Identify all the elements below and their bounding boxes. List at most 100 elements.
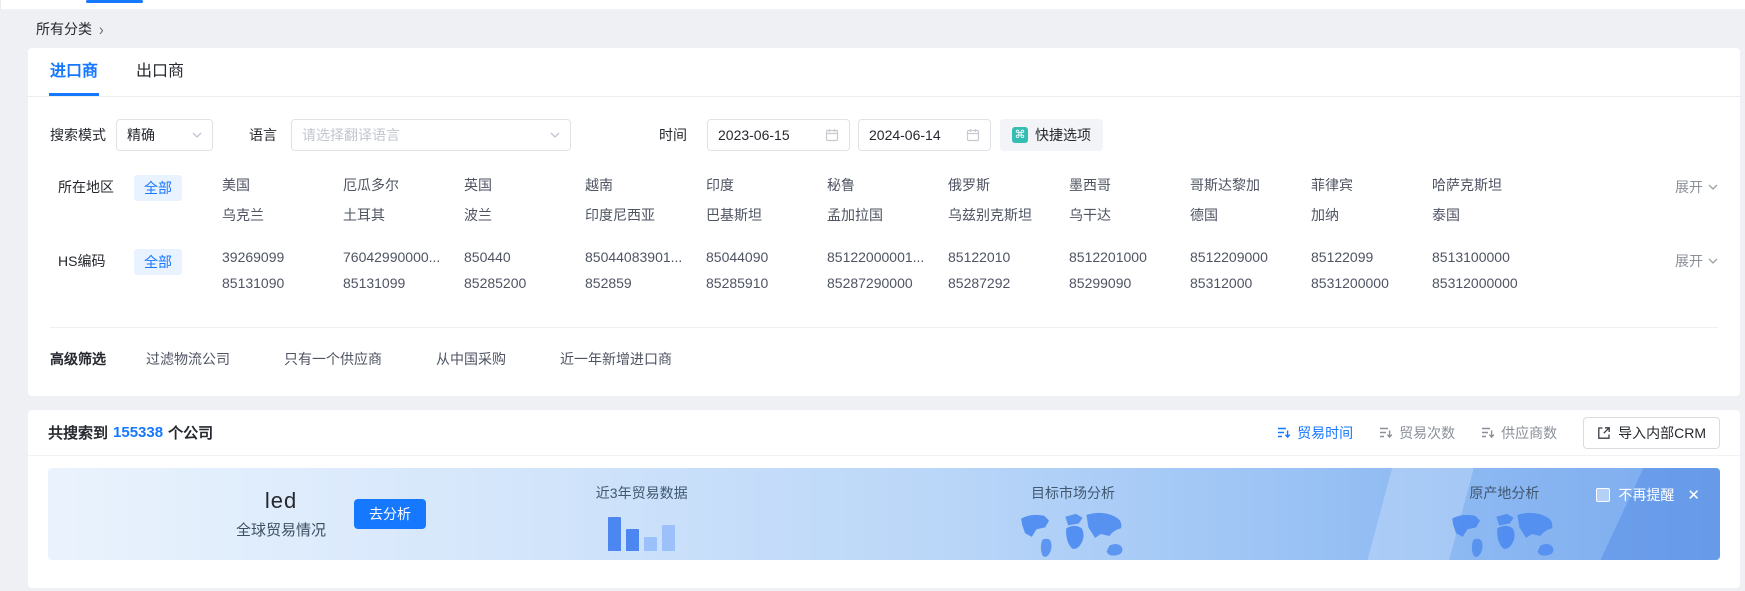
- hs-code-item[interactable]: 85044083901...: [585, 249, 706, 265]
- advanced-filter-option[interactable]: 只有一个供应商: [284, 351, 382, 367]
- banner-section-title: 目标市场分析: [1031, 483, 1115, 503]
- hs-code-item[interactable]: 85299090: [1069, 275, 1190, 291]
- hs-code-filter-row: HS编码 全部 3926909976042990000...8504408504…: [28, 249, 1740, 291]
- date-end-input[interactable]: 2024-06-14: [858, 119, 991, 151]
- analyze-button[interactable]: 去分析: [354, 499, 426, 529]
- filter-card: 进口商 出口商 搜索模式 精确 语言 请选择翻译语言 时间 2023-06-15…: [28, 48, 1740, 396]
- region-item[interactable]: 波兰: [464, 205, 585, 225]
- sort-options: 贸易时间 贸易次数 供应商数: [1251, 423, 1557, 443]
- banner-section-trade-data: 近3年贸易数据: [426, 468, 857, 560]
- region-item[interactable]: 厄瓜多尔: [343, 175, 464, 195]
- region-filter-row: 所在地区 全部 美国厄瓜多尔英国越南印度秘鲁俄罗斯墨西哥哥斯达黎加菲律宾哈萨克斯…: [28, 175, 1740, 225]
- date-start-value: 2023-06-15: [718, 127, 790, 143]
- search-controls-row: 搜索模式 精确 语言 请选择翻译语言 时间 2023-06-15 2024-06…: [28, 97, 1740, 151]
- region-item[interactable]: 哥斯达黎加: [1190, 175, 1311, 195]
- advanced-filter-option[interactable]: 近一年新增进口商: [560, 351, 672, 367]
- tab-importers[interactable]: 进口商: [50, 48, 98, 96]
- world-map-icon: [1445, 511, 1563, 559]
- date-start-input[interactable]: 2023-06-15: [707, 119, 850, 151]
- time-label: 时间: [659, 125, 687, 145]
- chevron-right-icon: ›: [99, 19, 104, 38]
- hs-code-item[interactable]: 39269099: [222, 249, 343, 265]
- banner-section-title: 近3年贸易数据: [596, 483, 688, 503]
- hs-code-item[interactable]: 85131099: [343, 275, 464, 291]
- hs-code-item[interactable]: 8512201000: [1069, 249, 1190, 265]
- region-item[interactable]: 印度尼西亚: [585, 205, 706, 225]
- sort-label: 供应商数: [1501, 423, 1557, 443]
- tab-importers-label: 进口商: [50, 63, 98, 80]
- hs-code-item[interactable]: 85131090: [222, 275, 343, 291]
- hs-code-item[interactable]: 85287290000: [827, 275, 948, 291]
- import-crm-button[interactable]: 导入内部CRM: [1583, 417, 1720, 449]
- date-end-value: 2024-06-14: [869, 127, 941, 143]
- top-tab-strip: [0, 0, 1745, 10]
- hs-code-item[interactable]: 85285200: [464, 275, 585, 291]
- search-mode-select[interactable]: 精确: [116, 119, 213, 151]
- region-item[interactable]: 秘鲁: [827, 175, 948, 195]
- region-item[interactable]: 巴基斯坦: [706, 205, 827, 225]
- hs-code-item[interactable]: 85122010: [948, 249, 1069, 265]
- hs-code-item[interactable]: 8531200000: [1311, 275, 1432, 291]
- tab-exporters[interactable]: 出口商: [136, 48, 184, 96]
- world-map-icon: [1014, 511, 1132, 559]
- region-item[interactable]: 泰国: [1432, 205, 1553, 225]
- advanced-filter-option[interactable]: 从中国采购: [436, 351, 506, 367]
- language-select[interactable]: 请选择翻译语言: [291, 119, 571, 151]
- hs-code-item[interactable]: 85312000: [1190, 275, 1311, 291]
- hs-code-item[interactable]: 850440: [464, 249, 585, 265]
- sort-trade-count[interactable]: 贸易次数: [1379, 423, 1455, 443]
- hs-code-item[interactable]: 85122099: [1311, 249, 1432, 265]
- hs-code-item[interactable]: 8512209000: [1190, 249, 1311, 265]
- region-item[interactable]: 加纳: [1311, 205, 1432, 225]
- world-map-graphic: [1445, 511, 1563, 559]
- advanced-filter-option[interactable]: 过滤物流公司: [146, 351, 230, 367]
- hs-code-item[interactable]: 85312000000: [1432, 275, 1553, 291]
- search-mode-label: 搜索模式: [50, 125, 106, 145]
- dismiss-label[interactable]: 不再提醒: [1618, 485, 1674, 505]
- hs-code-item[interactable]: 85044090: [706, 249, 827, 265]
- language-placeholder: 请选择翻译语言: [302, 125, 400, 145]
- region-item[interactable]: 乌克兰: [222, 205, 343, 225]
- region-expand-button[interactable]: 展开: [1656, 175, 1718, 197]
- hs-code-row: 3926909976042990000...85044085044083901.…: [222, 249, 1656, 265]
- region-all-badge[interactable]: 全部: [134, 175, 182, 201]
- region-item[interactable]: 墨西哥: [1069, 175, 1190, 195]
- region-item[interactable]: 孟加拉国: [827, 205, 948, 225]
- sort-supplier-count[interactable]: 供应商数: [1481, 423, 1557, 443]
- sort-icon: [1481, 426, 1495, 440]
- region-item[interactable]: 乌兹别克斯坦: [948, 205, 1069, 225]
- dismiss-checkbox[interactable]: [1596, 488, 1610, 502]
- sort-label: 贸易时间: [1297, 423, 1353, 443]
- results-suffix: 个公司: [168, 422, 213, 443]
- region-item[interactable]: 美国: [222, 175, 343, 195]
- hs-code-item[interactable]: 85285910: [706, 275, 827, 291]
- results-summary: 共搜索到 155338 个公司: [48, 422, 213, 443]
- hs-code-item[interactable]: 8513100000: [1432, 249, 1553, 265]
- region-item[interactable]: 印度: [706, 175, 827, 195]
- chart-bar: [626, 529, 639, 551]
- hs-expand-button[interactable]: 展开: [1656, 249, 1718, 271]
- region-item[interactable]: 德国: [1190, 205, 1311, 225]
- region-item[interactable]: 俄罗斯: [948, 175, 1069, 195]
- keyword-subtitle: 全球贸易情况: [236, 519, 326, 540]
- sort-trade-time[interactable]: 贸易时间: [1277, 423, 1353, 443]
- region-item[interactable]: 乌干达: [1069, 205, 1190, 225]
- hs-all-badge[interactable]: 全部: [134, 249, 182, 275]
- region-item[interactable]: 土耳其: [343, 205, 464, 225]
- breadcrumb[interactable]: 所有分类 ›: [36, 19, 104, 39]
- region-item[interactable]: 哈萨克斯坦: [1432, 175, 1553, 195]
- results-count[interactable]: 155338: [113, 424, 163, 441]
- quick-options-button[interactable]: ⌘ 快捷选项: [1000, 119, 1103, 151]
- page: 所有分类 › 进口商 出口商 搜索模式 精确 语言 请选择翻译语言 时间 202…: [0, 0, 1745, 588]
- region-item[interactable]: 菲律宾: [1311, 175, 1432, 195]
- region-item[interactable]: 越南: [585, 175, 706, 195]
- close-icon[interactable]: ✕: [1687, 486, 1700, 504]
- hs-code-item[interactable]: 85122000001...: [827, 249, 948, 265]
- hs-code-item[interactable]: 85287292: [948, 275, 1069, 291]
- region-item[interactable]: 英国: [464, 175, 585, 195]
- hs-code-item[interactable]: 76042990000...: [343, 249, 464, 265]
- results-actions: 贸易时间 贸易次数 供应商数 导入内部CRM: [1251, 417, 1720, 449]
- hs-code-item[interactable]: 852859: [585, 275, 706, 291]
- chevron-down-icon: [192, 132, 202, 138]
- import-crm-label: 导入内部CRM: [1618, 423, 1706, 443]
